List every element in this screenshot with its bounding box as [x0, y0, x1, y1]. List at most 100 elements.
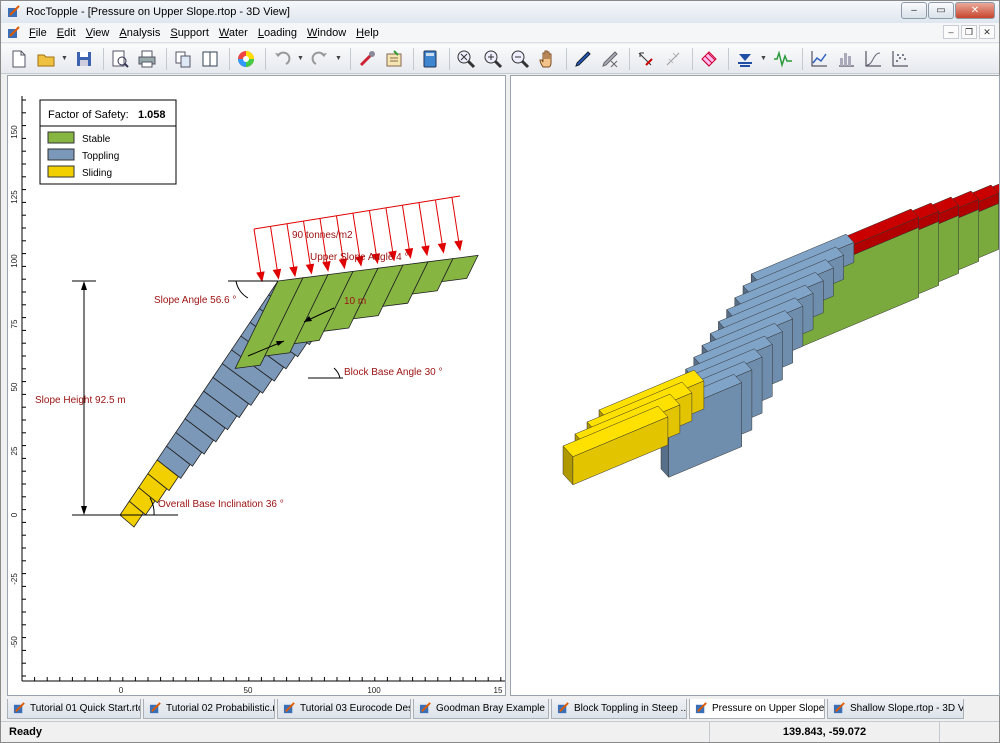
x-tick-label: 50	[244, 686, 253, 695]
cumulative-icon[interactable]	[861, 47, 885, 71]
load-label: 90 tonnes/m2	[292, 230, 353, 241]
legend-label-sliding: Sliding	[82, 168, 112, 179]
tab-tutorial-01[interactable]: Tutorial 01 Quick Start.rto...	[7, 699, 141, 719]
restore-button[interactable]: ▭	[928, 2, 954, 19]
block-icon[interactable]	[697, 47, 721, 71]
mdi-close-button[interactable]: ✕	[979, 25, 995, 39]
book-icon[interactable]	[418, 47, 442, 71]
save-icon[interactable]	[72, 47, 96, 71]
mdi-restore-button[interactable]: ❐	[961, 25, 977, 39]
seismic-icon[interactable]	[771, 47, 795, 71]
status-bar: Ready 139.843, -59.072	[1, 721, 999, 742]
document-icon	[13, 702, 25, 714]
app-window: RocTopple - [Pressure on Upper Slope.rto…	[0, 0, 1000, 743]
water-dropdown-icon[interactable]: ▼	[760, 55, 768, 62]
app-logo-icon	[8, 5, 20, 17]
slope-blocks-3d	[562, 183, 1000, 486]
menu-bar: File Edit View Analysis Support Water Lo…	[1, 23, 999, 43]
y-tick-label: 150	[10, 125, 19, 139]
tools-icon[interactable]	[355, 47, 379, 71]
document-icon	[419, 702, 431, 714]
y-tick-label: 25	[10, 446, 19, 455]
chart-icon[interactable]	[807, 47, 831, 71]
menu-help[interactable]: Help	[356, 27, 379, 39]
pencil-icon[interactable]	[571, 47, 595, 71]
tile-view-icon[interactable]	[198, 47, 222, 71]
undo-icon[interactable]	[270, 47, 294, 71]
y-tick-label: 75	[10, 319, 19, 328]
y-tick-label: -50	[10, 636, 19, 648]
menu-window[interactable]: Window	[307, 27, 346, 39]
menu-view[interactable]: View	[86, 27, 110, 39]
x-tick-label: 15	[494, 686, 503, 695]
3d-view-canvas[interactable]	[511, 76, 1000, 695]
section-view-canvas[interactable]: 150 125 100 75 50 25 0 -25 -50 0 50 100 15 Factor o…	[8, 76, 505, 695]
resize-grip[interactable]	[939, 722, 999, 742]
scatter-icon[interactable]	[888, 47, 912, 71]
open-dropdown-icon[interactable]: ▼	[61, 55, 69, 62]
legend-label-toppling: Toppling	[82, 151, 119, 162]
redo-icon[interactable]	[308, 47, 332, 71]
menu-loading[interactable]: Loading	[258, 27, 297, 39]
color-wheel-icon[interactable]	[234, 47, 258, 71]
erase-icon[interactable]	[598, 47, 622, 71]
minimize-button[interactable]: –	[901, 2, 927, 19]
tab-goodman-bray[interactable]: Goodman Bray Example 2...	[413, 699, 549, 719]
status-text: Ready	[9, 726, 43, 738]
zoom-in-icon[interactable]	[481, 47, 505, 71]
menu-water[interactable]: Water	[219, 27, 248, 39]
tab-shallow-slope[interactable]: Shallow Slope.rtop - 3D V...	[827, 699, 964, 719]
undo-dropdown-icon[interactable]: ▼	[297, 55, 305, 62]
menu-edit[interactable]: Edit	[57, 27, 76, 39]
section-view-panel[interactable]: 150 125 100 75 50 25 0 -25 -50 0 50 100 15 Factor o…	[7, 75, 506, 696]
y-tick-label: -25	[10, 573, 19, 585]
menu-support[interactable]: Support	[170, 27, 209, 39]
tab-tutorial-02[interactable]: Tutorial 02 Probabilistic.rt...	[143, 699, 275, 719]
legend-swatch-toppling	[47, 148, 75, 161]
y-tick-label: 100	[10, 254, 19, 268]
document-icon[interactable]	[7, 25, 21, 40]
legend-fos-value: 1.058	[138, 109, 166, 121]
document-icon	[833, 702, 845, 714]
zoom-out-icon[interactable]	[508, 47, 532, 71]
menu-analysis[interactable]: Analysis	[119, 27, 160, 39]
document-icon	[149, 702, 161, 714]
tab-block-toppling[interactable]: Block Toppling in Steep ...	[551, 699, 687, 719]
reference-icon[interactable]	[661, 47, 685, 71]
mdi-minimize-button[interactable]: –	[943, 25, 959, 39]
print-icon[interactable]	[135, 47, 159, 71]
new-file-icon[interactable]	[7, 47, 31, 71]
window-title: RocTopple - [Pressure on Upper Slope.rto…	[26, 6, 290, 18]
document-icon	[695, 702, 707, 714]
open-folder-icon[interactable]	[34, 47, 58, 71]
close-button[interactable]: ✕	[955, 2, 995, 19]
histogram-icon[interactable]	[834, 47, 858, 71]
x-tick-label: 0	[119, 686, 124, 695]
block-base-angle-label: Block Base Angle 30 °	[344, 367, 443, 378]
slope-angle-label: Slope Angle 56.6 °	[154, 295, 236, 306]
legend-box: Factor of Safety: 1.058 Stable Toppling …	[39, 99, 177, 185]
x-tick-label: 100	[367, 686, 381, 695]
menu-file[interactable]: File	[29, 27, 47, 39]
tab-label: Tutorial 03 Eurocode Des...	[300, 703, 411, 714]
properties-icon[interactable]	[382, 47, 406, 71]
zoom-all-icon[interactable]	[454, 47, 478, 71]
block-width-label: 10 m	[344, 296, 366, 307]
document-tabs: Tutorial 01 Quick Start.rto... Tutorial …	[7, 699, 1000, 719]
print-preview-icon[interactable]	[108, 47, 132, 71]
3d-view-panel[interactable]	[510, 75, 1000, 696]
overall-base-inclination-label: Overall Base Inclination 36 °	[158, 499, 284, 510]
legend-label-stable: Stable	[82, 134, 111, 145]
pan-hand-icon[interactable]	[535, 47, 559, 71]
document-icon	[283, 702, 295, 714]
tab-label: Block Toppling in Steep ...	[574, 703, 687, 714]
copy-icon[interactable]	[171, 47, 195, 71]
water-icon[interactable]	[733, 47, 757, 71]
tab-label: Goodman Bray Example 2...	[436, 703, 548, 714]
tab-pressure-upper-slope[interactable]: Pressure on Upper Slope....	[689, 699, 825, 719]
legend-swatch-sliding	[47, 165, 75, 178]
redo-dropdown-icon[interactable]: ▼	[335, 55, 343, 62]
tab-tutorial-03[interactable]: Tutorial 03 Eurocode Des...	[277, 699, 411, 719]
select-icon[interactable]	[634, 47, 658, 71]
legend-swatch-stable	[47, 131, 75, 144]
